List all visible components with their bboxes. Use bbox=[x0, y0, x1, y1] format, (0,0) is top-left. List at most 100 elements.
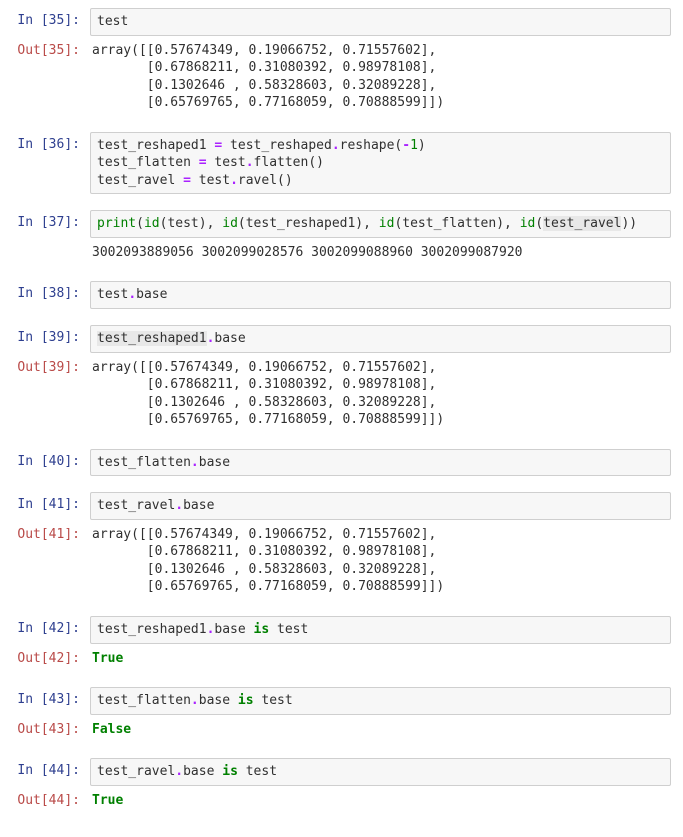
token-nm: test_flatten bbox=[97, 155, 199, 170]
output-area: array([[0.57674349, 0.19066752, 0.715576… bbox=[90, 355, 671, 433]
out-prompt: Out[43]: bbox=[12, 717, 90, 739]
token-hl: test_reshaped1 bbox=[97, 331, 207, 346]
in-prompt: In [42]: bbox=[12, 616, 90, 638]
input-area[interactable]: test_flatten.base bbox=[90, 449, 671, 477]
output-row: Out[43]:False bbox=[12, 717, 671, 743]
token-nm: array([[0.57674349, 0.19066752, 0.715576… bbox=[92, 43, 444, 111]
token-op: = bbox=[183, 173, 191, 188]
token-op: . bbox=[175, 498, 183, 513]
code-input[interactable]: test_reshaped1 = test_reshaped.reshape(-… bbox=[90, 132, 671, 195]
input-row: In [40]:test_flatten.base bbox=[12, 449, 671, 477]
output-row: Out[44]:True bbox=[12, 788, 671, 814]
token-out-kw: False bbox=[92, 722, 131, 737]
token-nm: ( bbox=[136, 216, 144, 231]
token-nm: (test), bbox=[160, 216, 223, 231]
token-op: - bbox=[402, 138, 410, 153]
code-input[interactable]: print(id(test), id(test_reshaped1), id(t… bbox=[90, 210, 671, 238]
code-input[interactable]: test.base bbox=[90, 281, 671, 309]
input-area[interactable]: test bbox=[90, 8, 671, 36]
code-input[interactable]: test_flatten.base is test bbox=[90, 687, 671, 715]
cell-36: In [36]:test_reshaped1 = test_reshaped.r… bbox=[12, 132, 671, 197]
token-bi: id bbox=[379, 216, 395, 231]
code-input[interactable]: test bbox=[90, 8, 671, 36]
token-nm: test_reshaped bbox=[222, 138, 332, 153]
token-nm: base bbox=[136, 287, 167, 302]
token-bi: id bbox=[144, 216, 160, 231]
token-op: . bbox=[191, 455, 199, 470]
token-nm: base bbox=[183, 764, 222, 779]
cell-35: In [35]: test Out[35]:array([[0.57674349, … bbox=[12, 8, 671, 118]
cell-43: In [43]:test_flatten.base is testOut[43]… bbox=[12, 687, 671, 744]
code-input[interactable]: test_reshaped1.base is test bbox=[90, 616, 671, 644]
input-area[interactable]: test_reshaped1.base is test bbox=[90, 616, 671, 644]
token-nm: array([[0.57674349, 0.19066752, 0.715576… bbox=[92, 527, 444, 595]
out-prompt: Out[39]: bbox=[12, 355, 90, 377]
token-nm: base bbox=[214, 331, 245, 346]
token-nm: base bbox=[199, 693, 238, 708]
code-input[interactable]: test_flatten.base bbox=[90, 449, 671, 477]
token-nm: (test_reshaped1), bbox=[238, 216, 379, 231]
token-nm: ) bbox=[418, 138, 426, 153]
output-row: Out[39]:array([[0.57674349, 0.19066752, … bbox=[12, 355, 671, 433]
stream-area: 3002093889056 3002099028576 300209908896… bbox=[90, 240, 671, 266]
input-row: In [42]:test_reshaped1.base is test bbox=[12, 616, 671, 644]
input-row: In [41]:test_ravel.base bbox=[12, 492, 671, 520]
token-op: . bbox=[175, 764, 183, 779]
code-input[interactable]: test_ravel.base is test bbox=[90, 758, 671, 786]
token-kw: is bbox=[222, 764, 238, 779]
token-nm: base bbox=[183, 498, 214, 513]
output-row: Out[41]:array([[0.57674349, 0.19066752, … bbox=[12, 522, 671, 600]
token-kw: is bbox=[238, 693, 254, 708]
execute-result: False bbox=[90, 717, 671, 743]
token-nm: test bbox=[97, 14, 128, 29]
token-bi: id bbox=[222, 216, 238, 231]
token-op: . bbox=[230, 173, 238, 188]
token-op: . bbox=[128, 287, 136, 302]
output-area: True bbox=[90, 646, 671, 672]
code-input[interactable]: test_reshaped1.base bbox=[90, 325, 671, 353]
token-nm: test bbox=[97, 287, 128, 302]
notebook: In [35]:testOut[35]:array([[0.57674349, … bbox=[12, 8, 671, 815]
token-nm: flatten() bbox=[254, 155, 324, 170]
input-area[interactable]: test_ravel.base bbox=[90, 492, 671, 520]
cell-41: In [41]:test_ravel.baseOut[41]:array([[0… bbox=[12, 492, 671, 602]
token-op: . bbox=[332, 138, 340, 153]
token-nm: reshape( bbox=[340, 138, 403, 153]
token-nm: 3002093889056 3002099028576 300209908896… bbox=[92, 245, 522, 260]
token-nm: ( bbox=[535, 216, 543, 231]
token-bi: id bbox=[520, 216, 536, 231]
input-area[interactable]: test_reshaped1.base bbox=[90, 325, 671, 353]
input-area[interactable]: print(id(test), id(test_reshaped1), id(t… bbox=[90, 210, 671, 238]
code-input[interactable]: test_ravel.base bbox=[90, 492, 671, 520]
output-area: array([[0.57674349, 0.19066752, 0.715576… bbox=[90, 522, 671, 600]
in-prompt: In [44]: bbox=[12, 758, 90, 780]
execute-result: array([[0.57674349, 0.19066752, 0.715576… bbox=[90, 522, 671, 600]
input-area[interactable]: test.base bbox=[90, 281, 671, 309]
in-prompt: In [35]: bbox=[12, 8, 90, 30]
token-nm: array([[0.57674349, 0.19066752, 0.715576… bbox=[92, 360, 444, 428]
token-nm: base bbox=[214, 622, 253, 637]
output-area: array([[0.57674349, 0.19066752, 0.715576… bbox=[90, 38, 671, 116]
input-row: In [38]:test.base bbox=[12, 281, 671, 309]
out-prompt: Out[35]: bbox=[12, 38, 90, 60]
out-prompt: Out[42]: bbox=[12, 646, 90, 668]
token-nm: test_ravel bbox=[97, 498, 175, 513]
token-op: . bbox=[191, 693, 199, 708]
input-row: In [36]:test_reshaped1 = test_reshaped.r… bbox=[12, 132, 671, 195]
token-kw: is bbox=[254, 622, 270, 637]
token-op: . bbox=[246, 155, 254, 170]
output-area: True bbox=[90, 788, 671, 814]
cell-38: In [38]:test.base bbox=[12, 281, 671, 311]
execute-result: array([[0.57674349, 0.19066752, 0.715576… bbox=[90, 355, 671, 433]
cell-42: In [42]:test_reshaped1.base is testOut[4… bbox=[12, 616, 671, 673]
input-row: In [35]: test bbox=[12, 8, 671, 36]
input-area[interactable]: test_ravel.base is test bbox=[90, 758, 671, 786]
input-row: In [37]:print(id(test), id(test_reshaped… bbox=[12, 210, 671, 238]
out-prompt: Out[41]: bbox=[12, 522, 90, 544]
input-area[interactable]: test_flatten.base is test bbox=[90, 687, 671, 715]
execute-result: True bbox=[90, 646, 671, 672]
out-prompt: Out[44]: bbox=[12, 788, 90, 810]
token-nm: (test_flatten), bbox=[394, 216, 519, 231]
in-prompt: In [41]: bbox=[12, 492, 90, 514]
input-area[interactable]: test_reshaped1 = test_reshaped.reshape(-… bbox=[90, 132, 671, 195]
